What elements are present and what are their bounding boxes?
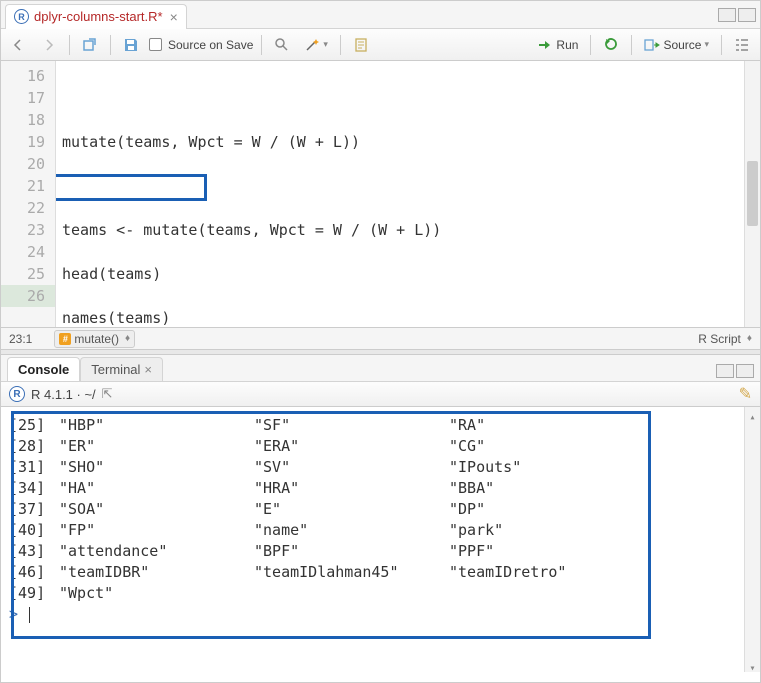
close-icon[interactable]: × [170,9,178,25]
r-file-icon: R [14,9,29,24]
editor-scrollbar[interactable] [744,61,760,327]
gutter: 1617181920212223242526 [1,61,56,327]
separator [110,35,111,55]
scrollbar-thumb[interactable] [747,161,758,226]
wand-button[interactable]: ▾ [300,35,332,55]
code-line: teams <- mutate(teams, Wpct = W / (W + L… [62,219,754,241]
r-logo-icon: R [9,386,25,402]
code-line: head(teams) [62,263,754,285]
code-line: names(teams) [62,307,754,327]
source-on-save-checkbox[interactable] [149,38,162,51]
console-output[interactable]: [25]"HBP""SF""RA" [28]"ER""ERA""CG" [31]… [1,407,760,672]
code-editor[interactable]: 1617181920212223242526 mutate(teams, Wpc… [1,61,760,327]
r-version: R 4.1.1 · ~/ [31,387,96,402]
close-icon[interactable]: × [144,362,152,377]
clear-console-icon[interactable]: ✎ [739,384,752,404]
separator [631,35,632,55]
source-button[interactable]: Source ▾ [640,35,713,55]
sort-icon: ♦ [125,333,130,344]
file-tab[interactable]: R dplyr-columns-start.R* × [5,4,187,29]
highlight-box-console [11,411,651,639]
code-line [62,87,754,109]
tab-terminal[interactable]: Terminal× [80,357,163,381]
language-selector[interactable]: R Script ♦ [698,332,752,346]
separator [590,35,591,55]
report-button[interactable] [349,35,373,55]
console-scrollbar[interactable]: ▴ ▾ [744,407,760,672]
scroll-down-icon[interactable]: ▾ [745,658,760,672]
back-button[interactable] [7,35,31,55]
run-button[interactable]: Run [533,35,582,55]
outline-button[interactable] [730,35,754,55]
scroll-up-icon[interactable]: ▴ [745,407,760,421]
find-button[interactable] [270,35,294,55]
maximize-pane-button[interactable] [738,8,756,22]
console-tab-bar: Console Terminal× [1,355,760,382]
separator [721,35,722,55]
console-info-bar: R R 4.1.1 · ~/ ⇱ ✎ [1,382,760,407]
save-button[interactable] [119,35,143,55]
tab-console[interactable]: Console [7,357,80,381]
pane-controls [716,364,754,378]
editor-toolbar: Source on Save ▾ Run Source ▾ [1,29,760,61]
minimize-pane-button[interactable] [716,364,734,378]
editor-status-bar: 23:1 # mutate() ♦ R Script ♦ [1,327,760,349]
minimize-pane-button[interactable] [718,8,736,22]
function-context[interactable]: # mutate() ♦ [54,330,135,348]
code-line: mutate(teams, Wpct = W / (W + L)) [62,131,754,153]
pane-controls [718,8,756,22]
cursor-position: 23:1 [9,332,32,346]
maximize-pane-button[interactable] [736,364,754,378]
file-name: dplyr-columns-start.R* [34,9,163,24]
code-area[interactable]: mutate(teams, Wpct = W / (W + L)) teams … [56,61,760,327]
rerun-button[interactable] [599,35,623,55]
wd-popup-icon[interactable]: ⇱ [102,386,113,402]
popout-button[interactable] [78,35,102,55]
function-icon: # [59,333,71,345]
separator [340,35,341,55]
highlight-box-editor [56,174,207,201]
separator [261,35,262,55]
forward-button[interactable] [37,35,61,55]
file-tab-bar: R dplyr-columns-start.R* × [1,1,760,29]
separator [69,35,70,55]
source-on-save-label: Source on Save [168,38,253,52]
